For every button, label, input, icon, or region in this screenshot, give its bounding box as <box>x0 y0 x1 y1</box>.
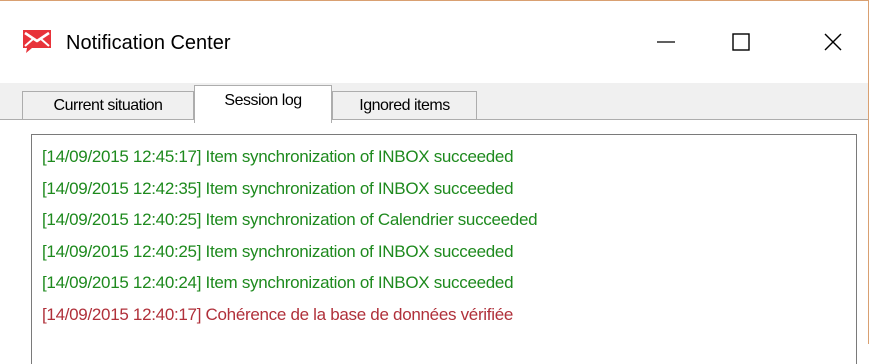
log-entry[interactable]: [14/09/2015 12:42:35] Item synchronizati… <box>42 173 856 205</box>
minimize-icon <box>656 32 676 52</box>
close-icon <box>823 32 843 52</box>
window-title: Notification Center <box>66 32 231 54</box>
session-log-panel: [14/09/2015 12:45:17] Item synchronizati… <box>0 119 868 364</box>
maximize-button[interactable] <box>706 1 776 83</box>
log-entry[interactable]: [14/09/2015 12:40:24] Item synchronizati… <box>42 267 856 299</box>
tab-strip: Current situation Session log Ignored it… <box>0 83 868 123</box>
tab-ignored-items[interactable]: Ignored items <box>332 91 477 120</box>
title-bar[interactable]: Notification Center <box>0 1 868 83</box>
log-entry[interactable]: [14/09/2015 12:40:25] Item synchronizati… <box>42 204 856 236</box>
close-button[interactable] <box>798 1 868 83</box>
envelope-app-icon <box>22 28 52 54</box>
log-entry[interactable]: [14/09/2015 12:40:25] Item synchronizati… <box>42 236 856 268</box>
log-entry[interactable]: [14/09/2015 12:40:17] Cohérence de la ba… <box>42 299 856 331</box>
session-log-list[interactable]: [14/09/2015 12:45:17] Item synchronizati… <box>31 134 857 364</box>
notification-center-window: Notification Center Current situation Se… <box>0 0 869 364</box>
tab-session-log[interactable]: Session log <box>194 85 332 123</box>
tab-current-situation[interactable]: Current situation <box>22 91 194 120</box>
maximize-icon <box>731 32 751 52</box>
log-entry[interactable]: [14/09/2015 12:45:17] Item synchronizati… <box>42 141 856 173</box>
minimize-button[interactable] <box>631 1 701 83</box>
